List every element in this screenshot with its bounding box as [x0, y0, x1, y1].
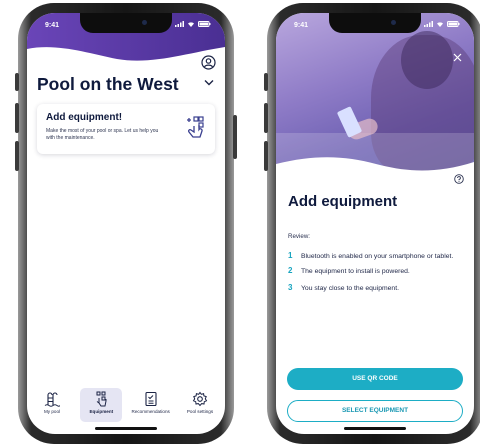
step-text: The equipment to install is powered. [301, 268, 410, 275]
volume-up-button [15, 103, 19, 133]
step-text: Bluetooth is enabled on your smartphone … [301, 253, 454, 260]
mute-switch [15, 73, 19, 91]
battery-icon [447, 21, 460, 27]
status-time: 9:41 [45, 22, 60, 29]
help-icon[interactable] [454, 174, 464, 184]
notch [80, 13, 172, 33]
notch [329, 13, 421, 33]
list-item: 3 You stay close to the equipment. [288, 283, 458, 293]
chevron-down-icon[interactable] [204, 79, 214, 86]
tab-label-equipment: Equipment [89, 409, 114, 414]
steps-list: 1 Bluetooth is enabled on your smartphon… [288, 251, 458, 293]
tab-label-pool-settings: Pool settings [186, 409, 214, 414]
tab-pool-settings[interactable]: Pool settings [179, 388, 221, 422]
power-button [233, 115, 237, 159]
screen-my-pool: 9:41 Pool on the West Add equipment! Mak… [27, 13, 225, 434]
card-title: Add equipment! [46, 112, 123, 123]
mute-switch [264, 73, 268, 91]
page-title: Add equipment [288, 193, 398, 210]
add-equipment-icon [187, 116, 204, 138]
battery-icon [198, 21, 211, 27]
close-icon[interactable] [453, 53, 462, 62]
step-number: 2 [288, 266, 293, 275]
tab-equipment[interactable]: Equipment [80, 388, 123, 422]
home-indicator [344, 427, 406, 430]
hero-wave [276, 157, 474, 175]
screen-add-equipment: 9:41 Add equipment Review: 1 Bluetooth i… [276, 13, 474, 434]
phone-frame-right: 9:41 Add equipment Review: 1 Bluetooth i… [264, 3, 480, 444]
list-item: 2 The equipment to install is powered. [288, 266, 458, 276]
bottom-tab-bar: My pool Equipment Recommendations Pool s… [27, 388, 225, 422]
checklist-icon [145, 391, 157, 407]
tab-my-pool[interactable]: My pool [31, 388, 73, 422]
hero-image [276, 13, 474, 175]
signal-icon [424, 21, 433, 27]
status-icons [424, 21, 460, 27]
wifi-icon [437, 22, 443, 27]
phone-frame-left: 9:41 Pool on the West Add equipment! Mak… [15, 3, 237, 444]
review-label: Review: [288, 233, 311, 240]
status-icons [175, 21, 211, 27]
step-number: 3 [288, 283, 293, 292]
use-qr-code-button[interactable]: USE QR CODE [287, 368, 463, 390]
home-indicator [95, 427, 157, 430]
account-icon[interactable] [201, 55, 216, 70]
select-equipment-button[interactable]: SELECT EQUIPMENT [287, 400, 463, 422]
tab-label-my-pool: My pool [43, 409, 61, 414]
volume-up-button [264, 103, 268, 133]
step-text: You stay close to the equipment. [301, 285, 399, 292]
volume-down-button [264, 141, 268, 171]
pool-ladder-icon [44, 392, 60, 407]
gear-icon [192, 391, 208, 407]
equipment-remote-icon [96, 391, 107, 407]
status-time: 9:41 [294, 22, 309, 29]
wifi-icon [188, 22, 194, 27]
volume-down-button [15, 141, 19, 171]
add-equipment-card[interactable]: Add equipment! Make the most of your poo… [37, 104, 215, 154]
pool-name-title[interactable]: Pool on the West [37, 74, 179, 95]
step-number: 1 [288, 251, 293, 260]
tab-label-recommendations: Recommendations [131, 409, 170, 414]
signal-icon [175, 21, 184, 27]
card-description: Make the most of your pool or spa. Let u… [46, 128, 159, 141]
list-item: 1 Bluetooth is enabled on your smartphon… [288, 251, 458, 261]
tab-recommendations[interactable]: Recommendations [130, 388, 172, 422]
